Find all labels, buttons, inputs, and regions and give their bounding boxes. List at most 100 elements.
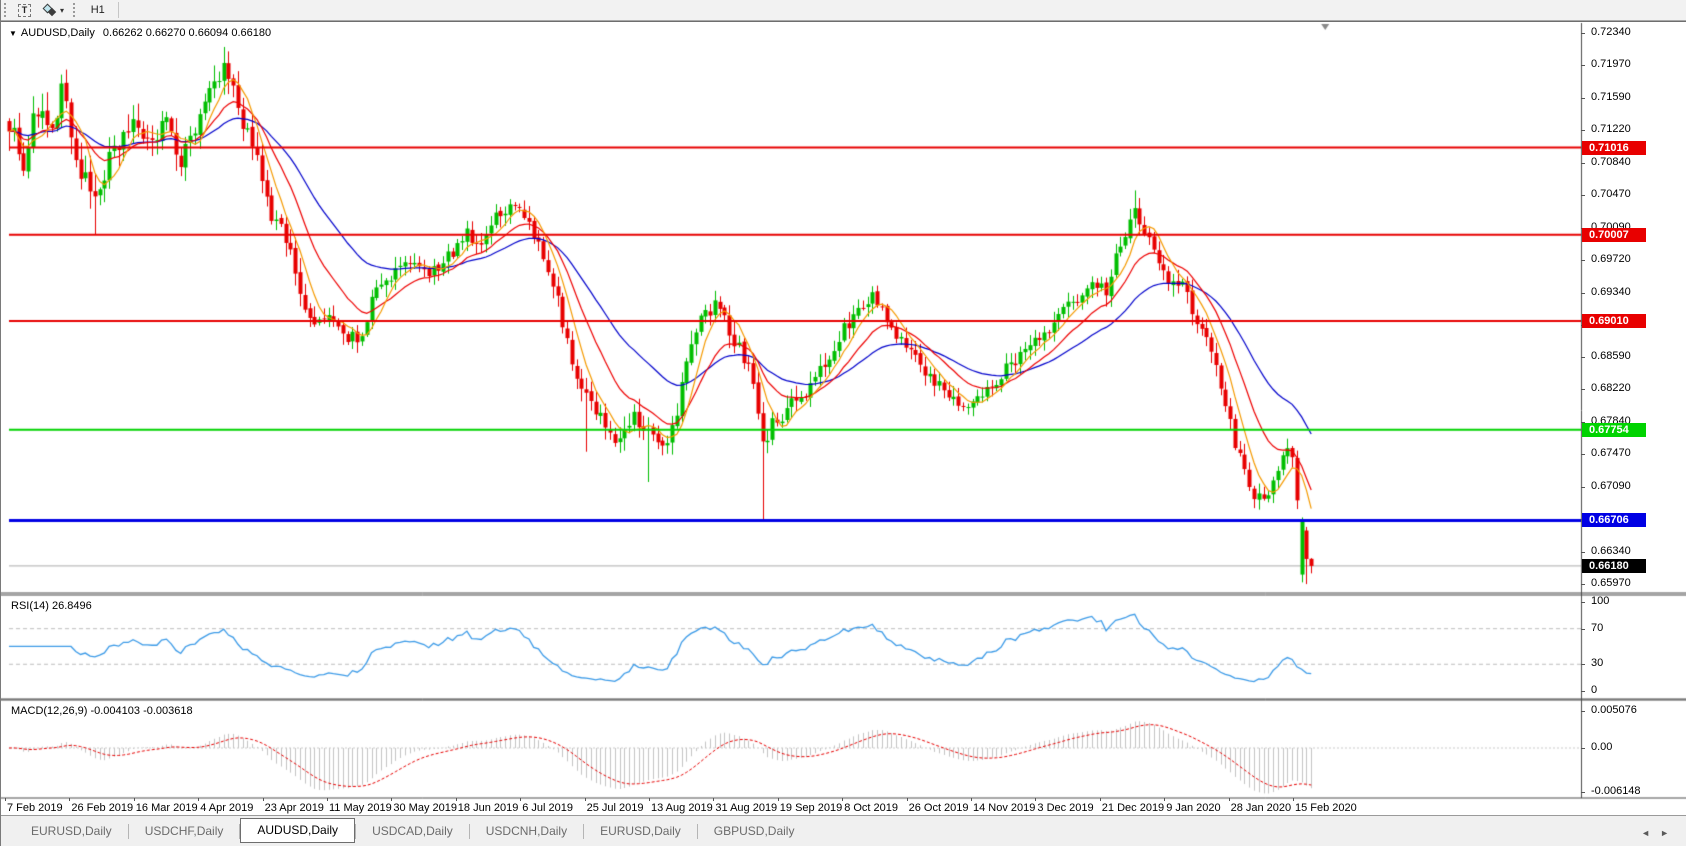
timeframe-button-h1[interactable]: H1 xyxy=(82,2,113,19)
axis-tick-label: 0.70470 xyxy=(1591,188,1631,200)
tab-usdcad-daily[interactable]: USDCAD,Daily xyxy=(356,821,469,843)
date-label: 31 Aug 2019 xyxy=(715,802,777,814)
axis-tick-label: 0.68590 xyxy=(1591,350,1631,362)
date-tick-mark xyxy=(1229,798,1230,801)
axis-tick-mark xyxy=(1581,454,1585,455)
arrange-tool-button[interactable]: ▾ xyxy=(38,2,69,19)
axis-tick-mark xyxy=(1581,748,1585,749)
axis-tick-mark xyxy=(1581,664,1585,665)
axis-tick-label: 0.65970 xyxy=(1591,577,1631,589)
tab-scroll-left-icon[interactable]: ◄ xyxy=(1641,828,1650,838)
date-tick-mark xyxy=(1035,798,1036,801)
axis-tick-mark xyxy=(1581,389,1585,390)
date-label: 15 Feb 2020 xyxy=(1295,802,1357,814)
chart-symbol-label: AUDUSD,Daily xyxy=(21,27,95,39)
date-tick-mark xyxy=(1100,798,1101,801)
axis-tick-label: 0.68220 xyxy=(1591,382,1631,394)
date-tick-mark xyxy=(520,798,521,801)
toolbar-grip[interactable] xyxy=(73,3,78,17)
date-tick-mark xyxy=(842,798,843,801)
date-tick-mark xyxy=(391,798,392,801)
axis-tick-mark xyxy=(1581,691,1585,692)
axis-tick-label: 0.71970 xyxy=(1591,58,1631,70)
tab-usdcnh-daily[interactable]: USDCNH,Daily xyxy=(470,821,583,843)
axis-tick-mark xyxy=(1581,260,1585,261)
tab-scroll-right-icon[interactable]: ► xyxy=(1660,828,1669,838)
tab-usdchf-daily[interactable]: USDCHF,Daily xyxy=(129,821,240,843)
axis-tick-mark xyxy=(1581,293,1585,294)
chart-window: ▼ AUDUSD,Daily 0.66262 0.66270 0.66094 0.6… xyxy=(1,21,1686,815)
axis-tick-label: 0.005076 xyxy=(1591,704,1637,716)
tab-eurusd-daily[interactable]: EURUSD,Daily xyxy=(15,821,128,843)
date-tick-mark xyxy=(134,798,135,801)
chevron-down-icon: ▾ xyxy=(60,6,64,15)
macd-header: MACD(12,26,9) -0.004103 -0.003618 xyxy=(11,705,193,717)
rsi-header: RSI(14) 26.8496 xyxy=(11,600,92,612)
axis-tick-mark xyxy=(1581,584,1585,585)
axis-tick-mark xyxy=(1581,163,1585,164)
toolbar-grip[interactable] xyxy=(4,3,9,17)
axis-tick-label: 0.66340 xyxy=(1591,545,1631,557)
date-tick-mark xyxy=(5,798,6,801)
date-label: 23 Apr 2019 xyxy=(265,802,324,814)
date-label: 6 Jul 2019 xyxy=(522,802,573,814)
date-label: 7 Feb 2019 xyxy=(7,802,63,814)
axis-tick-mark xyxy=(1581,65,1585,66)
date-label: 21 Dec 2019 xyxy=(1102,802,1164,814)
date-tick-mark xyxy=(907,798,908,801)
toolbar-separator xyxy=(118,2,119,18)
axis-tick-label: 100 xyxy=(1591,595,1609,607)
tab-gbpusd-daily[interactable]: GBPUSD,Daily xyxy=(698,821,811,843)
date-label: 30 May 2019 xyxy=(393,802,457,814)
tab-eurusd-daily[interactable]: EURUSD,Daily xyxy=(584,821,697,843)
date-tick-mark xyxy=(1164,798,1165,801)
date-label: 11 May 2019 xyxy=(329,802,392,814)
chart-ohlc-values: 0.66262 0.66270 0.66094 0.66180 xyxy=(103,27,271,39)
chart-canvas[interactable] xyxy=(1,22,1686,816)
date-label: 25 Jul 2019 xyxy=(587,802,644,814)
axis-tick-mark xyxy=(1581,711,1585,712)
text-tool-icon: T xyxy=(18,4,31,17)
date-label: 14 Nov 2019 xyxy=(973,802,1035,814)
price-badge: 0.67754 xyxy=(1582,423,1646,437)
date-label: 4 Apr 2019 xyxy=(200,802,253,814)
date-label: 13 Aug 2019 xyxy=(651,802,713,814)
price-badge: 0.69010 xyxy=(1582,314,1646,328)
axis-tick-label: 0.00 xyxy=(1591,741,1612,753)
axis-tick-mark xyxy=(1581,487,1585,488)
date-label: 26 Oct 2019 xyxy=(909,802,969,814)
tab-audusd-daily[interactable]: AUDUSD,Daily xyxy=(240,818,355,843)
price-badge: 0.66706 xyxy=(1582,513,1646,527)
date-tick-mark xyxy=(649,798,650,801)
date-label: 28 Jan 2020 xyxy=(1231,802,1292,814)
date-tick-mark xyxy=(263,798,264,801)
axis-tick-label: 0 xyxy=(1591,684,1597,696)
axis-tick-label: 70 xyxy=(1591,622,1603,634)
date-tick-mark xyxy=(585,798,586,801)
date-tick-mark xyxy=(327,798,328,801)
date-tick-mark xyxy=(778,798,779,801)
date-tick-mark xyxy=(971,798,972,801)
axis-tick-label: 0.67470 xyxy=(1591,447,1631,459)
date-tick-mark xyxy=(69,798,70,801)
date-tick-mark xyxy=(198,798,199,801)
axis-tick-label: -0.006148 xyxy=(1591,785,1641,797)
text-label-tool-button[interactable]: T xyxy=(13,2,36,19)
axis-tick-label: 0.70840 xyxy=(1591,156,1631,168)
price-badge: 0.70007 xyxy=(1582,228,1646,242)
date-label: 8 Oct 2019 xyxy=(844,802,898,814)
axis-tick-mark xyxy=(1581,195,1585,196)
axis-tick-label: 0.69720 xyxy=(1591,253,1631,265)
date-tick-mark xyxy=(1293,798,1294,801)
axis-tick-mark xyxy=(1581,552,1585,553)
date-label: 19 Sep 2019 xyxy=(780,802,842,814)
axis-tick-mark xyxy=(1581,357,1585,358)
tab-bar: EURUSD,DailyUSDCHF,DailyAUDUSD,DailyUSDC… xyxy=(1,815,1686,846)
toolbar: T ▾ M1M5M15M30H1H4D1W1MN xyxy=(1,0,1686,21)
axis-tick-mark xyxy=(1581,602,1585,603)
axis-tick-label: 0.69340 xyxy=(1591,286,1631,298)
collapse-icon[interactable]: ▼ xyxy=(9,29,17,38)
axis-tick-mark xyxy=(1581,130,1585,131)
price-badge: 0.66180 xyxy=(1582,559,1646,573)
date-label: 16 Mar 2019 xyxy=(136,802,198,814)
